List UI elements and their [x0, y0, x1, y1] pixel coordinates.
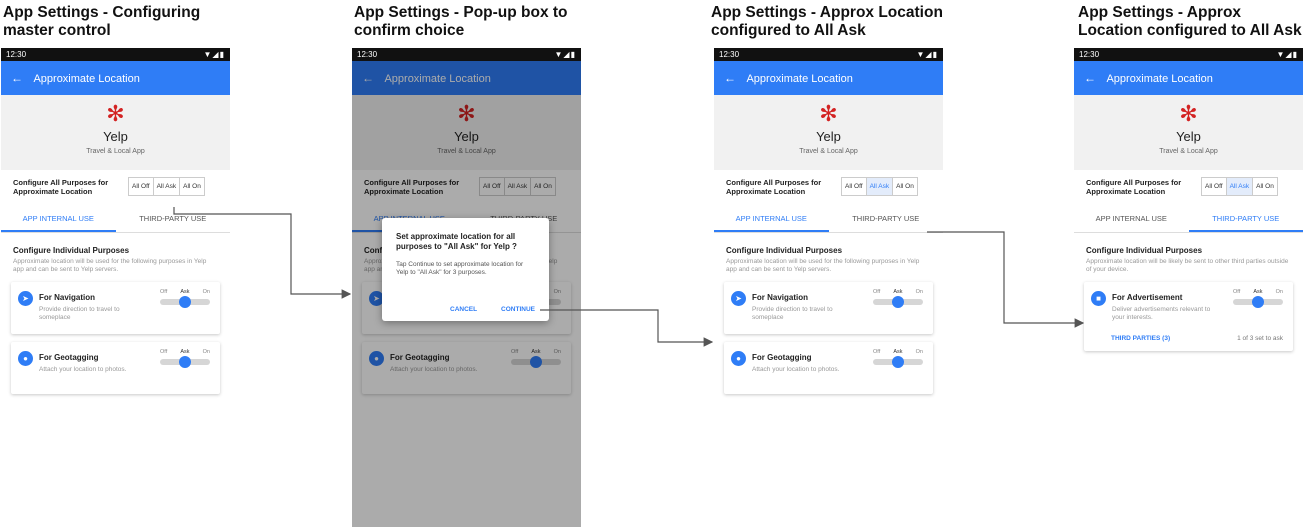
- arrow-2: [540, 309, 714, 347]
- arrow-3: [927, 231, 1085, 328]
- arrow-1: [173, 207, 352, 299]
- flow-arrows: [173, 207, 1085, 347]
